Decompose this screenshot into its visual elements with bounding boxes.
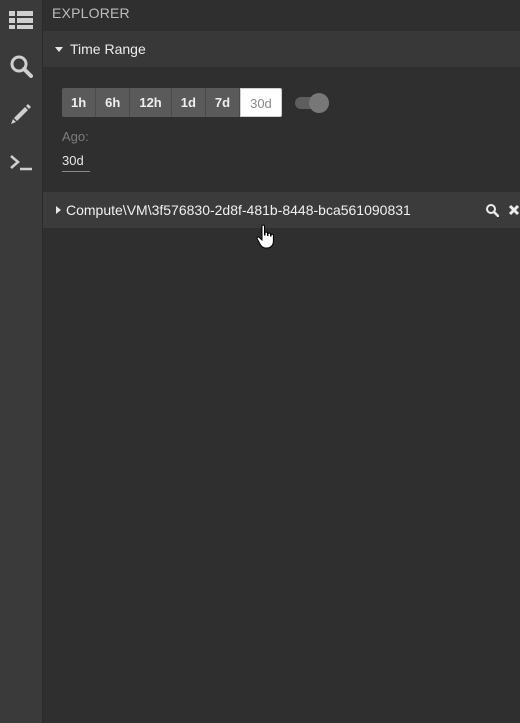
panel-title: EXPLORER — [52, 5, 130, 21]
tree-item-vm[interactable]: Compute\VM\3f576830-2d8f-481b-8448-bca56… — [43, 192, 520, 228]
range-button-1h[interactable]: 1h — [62, 88, 97, 117]
caret-right-icon — [56, 206, 61, 214]
search-icon[interactable] — [484, 202, 500, 218]
ago-label: Ago: — [62, 129, 89, 144]
pencil-icon — [11, 104, 31, 124]
terminal-icon — [10, 155, 32, 171]
caret-down-icon — [55, 46, 63, 52]
time-range-label: Time Range — [70, 41, 146, 57]
search-icon — [10, 55, 33, 78]
range-button-7d[interactable]: 7d — [205, 88, 241, 117]
sidebar-item-search[interactable] — [0, 46, 42, 86]
sidebar-item-console[interactable] — [0, 142, 42, 182]
range-button-6h[interactable]: 6h — [96, 88, 131, 117]
time-range-buttons: 1h 6h 12h 1d 7d 30d — [62, 88, 282, 117]
explorer-panel: EXPLORER Time Range 1h 6h 12h 1d 7d 30d … — [43, 0, 520, 723]
sidebar-item-explorer[interactable] — [0, 0, 42, 40]
time-range-header[interactable]: Time Range — [43, 31, 520, 67]
hand-cursor-icon — [256, 224, 274, 249]
tree-item-label: Compute\VM\3f576830-2d8f-481b-8448-bca56… — [66, 202, 411, 218]
range-button-1d[interactable]: 1d — [171, 88, 206, 117]
sidebar-item-edit[interactable] — [0, 94, 42, 134]
range-mode-toggle[interactable] — [295, 93, 329, 113]
list-icon — [9, 11, 33, 29]
close-icon[interactable] — [506, 202, 520, 218]
ago-input[interactable]: 30d — [62, 153, 90, 172]
range-button-30d[interactable]: 30d — [240, 88, 282, 117]
toggle-knob — [309, 93, 329, 113]
sidebar — [0, 0, 43, 723]
range-button-12h[interactable]: 12h — [130, 88, 172, 117]
